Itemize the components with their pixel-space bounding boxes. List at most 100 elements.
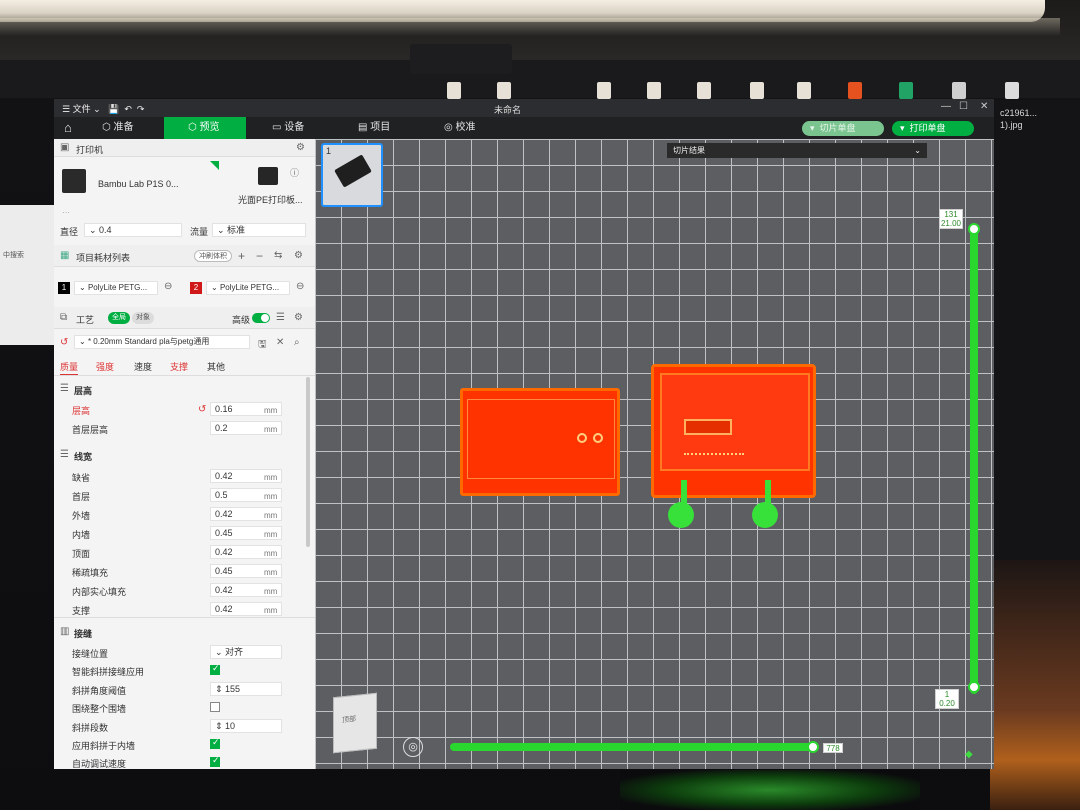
reset-icon[interactable]: ↺ <box>60 337 68 348</box>
filament-header: ▦ 项目耗材列表 冲刷体积 + − ⇆ ⚙ <box>54 245 315 267</box>
sliced-box-model[interactable] <box>651 364 816 498</box>
tab-calibrate[interactable]: ◎ 校准 <box>436 117 484 139</box>
sliced-lid-model[interactable] <box>460 388 620 496</box>
gear-icon[interactable]: ⚙ <box>294 250 303 261</box>
flush-volume-button[interactable]: 冲刷体积 <box>194 250 232 262</box>
process-section-label: 工艺 <box>76 315 95 325</box>
filament-slot-1-swatch[interactable]: 1 <box>58 282 70 294</box>
desktop-strip <box>0 60 1080 98</box>
move-slider-value: 778 <box>823 743 843 753</box>
first-layer-height-label: 首层层高 <box>72 425 109 435</box>
filament-slot-1-select[interactable]: ⌄ PolyLite PETG... <box>74 281 158 295</box>
whole-wall-label: 围绕整个围墙 <box>72 704 127 714</box>
window-title: 未命名 <box>494 105 522 115</box>
nozzle-label: 直径 <box>60 227 79 237</box>
printer-section-label: 打印机 <box>76 145 104 155</box>
view-reset-icon[interactable]: ◎ <box>403 737 423 757</box>
slice-result-panel[interactable]: 切片结果 ⌄ <box>667 143 927 158</box>
tab-device[interactable]: ▭ 设备 <box>264 117 312 139</box>
smart-scarf-checkbox[interactable] <box>210 663 220 675</box>
whole-wall-checkbox[interactable] <box>210 702 220 712</box>
desktop-file-label[interactable]: c21961... <box>1000 108 1037 118</box>
subtab-strength[interactable]: 强度 <box>96 360 114 373</box>
layers-icon[interactable]: ◆ <box>965 749 973 760</box>
close-button[interactable]: ✕ <box>980 101 988 112</box>
save-preset-icon[interactable]: 🖫 <box>258 337 267 354</box>
desktop-file-icon <box>447 82 461 99</box>
auto-speed-checkbox[interactable] <box>210 755 220 767</box>
tab-project[interactable]: ▤ 项目 <box>350 117 398 139</box>
tab-preview[interactable]: ⬡ 预览 <box>164 117 246 139</box>
slice-plate-button[interactable]: ▾ 切片单盘 <box>802 121 884 136</box>
remove-filament-button[interactable]: − <box>256 249 263 263</box>
mode-object-toggle[interactable]: 对象 <box>132 312 154 324</box>
slice-result-label: 切片结果 <box>673 146 705 155</box>
gear-icon[interactable]: ⚙ <box>296 142 305 153</box>
unit-label: mm <box>264 549 278 558</box>
view-cube-label: 顶部 <box>342 715 356 725</box>
layer-slider-bottom-handle[interactable] <box>968 681 980 693</box>
scarf-angle-label: 斜拼角度阈值 <box>72 686 127 696</box>
chevron-down-icon[interactable]: ⌄ <box>914 143 921 158</box>
print-plate-button[interactable]: ▾ 打印单盘 <box>892 121 974 136</box>
green-glow <box>620 770 920 810</box>
wallpaper-sunset <box>990 560 1080 810</box>
flow-label: 流量 <box>190 227 209 237</box>
filament-slot-2-swatch[interactable]: 2 <box>190 282 202 294</box>
support-stem <box>681 480 687 506</box>
scrollbar[interactable] <box>306 377 310 547</box>
home-icon[interactable]: ⌂ <box>56 117 80 139</box>
desktop-file-icon <box>797 82 811 99</box>
desktop-file-label[interactable]: 1).jpg <box>1000 120 1023 130</box>
reset-icon[interactable]: ↺ <box>198 404 206 415</box>
subtab-speed[interactable]: 速度 <box>134 360 152 373</box>
add-filament-button[interactable]: + <box>238 249 245 263</box>
seam-position-select[interactable]: ⌄ 对齐 <box>210 645 282 659</box>
mode-global-toggle[interactable]: 全局 <box>108 312 130 324</box>
inner-wall-scarf-label: 应用斜拼于内墙 <box>72 741 136 751</box>
minimize-button[interactable]: — <box>941 101 951 112</box>
layer-top-count: 131 <box>944 210 958 219</box>
view-cube[interactable]: 顶部 <box>333 692 377 754</box>
support-stem <box>765 480 771 506</box>
filament-icon: ▦ <box>60 250 70 261</box>
scarf-steps-input[interactable]: ⇕ 10 <box>210 719 282 733</box>
inner-wall-scarf-checkbox[interactable] <box>210 737 220 749</box>
maximize-button[interactable]: ☐ <box>959 101 968 112</box>
move-slider-handle[interactable] <box>807 741 819 753</box>
tab-prepare[interactable]: ⬡ 准备 <box>94 117 142 139</box>
filament-slot-2-select[interactable]: ⌄ PolyLite PETG... <box>206 281 290 295</box>
plate-thumbnail[interactable] <box>258 167 278 185</box>
gear-icon[interactable]: ⚙ <box>294 312 303 323</box>
file-menu[interactable]: ☰ 文件 ⌄ 💾 ↶ ↷ <box>62 102 144 115</box>
scarf-angle-input[interactable]: ⇕ 155 <box>210 682 282 696</box>
line-width-label: 稀疏填充 <box>72 568 109 578</box>
3d-viewport[interactable]: 1 切片结果 ⌄ 131 21.00 1 0.20 ◆ 778 ◎ 顶部 <box>315 139 994 769</box>
process-preset-select[interactable]: ⌄ * 0.20mm Standard pla与petg通用 <box>74 335 250 349</box>
advanced-toggle[interactable] <box>252 313 270 323</box>
info-icon[interactable]: ⓘ <box>290 166 299 179</box>
printer-sync-mark <box>210 161 219 170</box>
subtab-quality[interactable]: 质量 <box>60 360 79 376</box>
sync-filament-icon[interactable]: ⇆ <box>274 250 282 261</box>
flow-select[interactable]: ⌄ 标准 <box>212 223 306 237</box>
printer-thumbnail[interactable] <box>62 169 86 193</box>
close-icon[interactable]: ✕ <box>276 337 284 348</box>
layer-slider-track[interactable] <box>970 229 978 694</box>
plate-thumbnail-1[interactable]: 1 <box>321 143 383 207</box>
remove-slot-icon[interactable]: ⊖ <box>296 281 304 292</box>
subtab-support[interactable]: 支撑 <box>170 360 188 373</box>
search-icon[interactable]: ⌕ <box>294 337 300 348</box>
list-icon[interactable]: ☰ <box>276 312 285 323</box>
light-bar-clamp <box>410 44 512 74</box>
subtab-others[interactable]: 其他 <box>207 360 225 373</box>
printer-icon: ▣ <box>60 142 70 153</box>
layer-slider-top-handle[interactable] <box>968 223 980 235</box>
move-slider-track[interactable] <box>450 743 815 751</box>
nozzle-select[interactable]: ⌄ 0.4 <box>84 223 182 237</box>
layer-top-height: 21.00 <box>940 219 962 228</box>
desktop-file-icon <box>497 82 511 99</box>
plate-type[interactable]: 光面PE打印板... <box>238 193 303 206</box>
remove-slot-icon[interactable]: ⊖ <box>164 281 172 292</box>
printer-name[interactable]: Bambu Lab P1S 0... <box>98 179 179 189</box>
